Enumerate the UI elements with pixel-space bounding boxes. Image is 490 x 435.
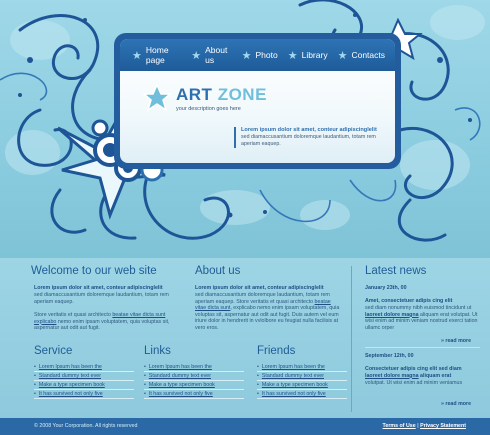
welcome-text-2: Store veritatis et quasi architecto beat…: [34, 312, 182, 332]
read-more-label: read more: [445, 401, 472, 407]
news-title: Latest news: [365, 265, 427, 277]
footer-separator: |: [417, 423, 419, 429]
welcome-title: Welcome to our web site: [31, 265, 157, 277]
column-divider: [351, 266, 352, 412]
friends-link[interactable]: It has survived not only five: [257, 390, 347, 399]
news-date: January 23th, 00: [365, 285, 407, 291]
nav-item-label: Home page: [145, 45, 169, 65]
friends-link[interactable]: Lorem Ipsum has been the: [257, 363, 347, 372]
header-intro: Lorem ipsum dolor sit amet, conteur adip…: [234, 127, 389, 148]
about-heading: Lorem ipsum dolor sit amet, conteur adip…: [195, 285, 324, 291]
read-more-label: read more: [445, 338, 472, 344]
logo-tagline: your description goes here: [176, 105, 241, 112]
terms-link[interactable]: Terms of Use: [383, 423, 416, 429]
news-text-a: sed diam nonummy nibh euismod tincidunt …: [365, 305, 472, 311]
header-intro-text: sed diamaccusantium doloremque laudantiu…: [241, 134, 376, 147]
service-link[interactable]: Make a type specimen book: [34, 381, 134, 390]
logo-title-art: ART: [176, 84, 213, 104]
privacy-link[interactable]: Privacy Statement: [420, 423, 466, 429]
star-icon: ★: [191, 49, 202, 62]
links-title: Links: [144, 345, 171, 357]
logo-title-zone: ZONE: [217, 84, 267, 104]
main-navigation: ★ Home page ★ About us ★ Photo ★ Library ★ Co…: [120, 39, 395, 71]
nav-item-photo[interactable]: ★ Photo: [242, 49, 278, 62]
nav-item-about[interactable]: ★ About us: [191, 45, 231, 65]
friends-list: Lorem Ipsum has been the Standard dummy …: [257, 363, 347, 399]
copyright-text: © 2008 Your Corporation. All rights rese…: [34, 423, 138, 429]
service-link[interactable]: Standard dummy text ever: [34, 372, 134, 381]
welcome-text-1: sed diamaccusantium doloremque laudantiu…: [34, 292, 169, 305]
links-link[interactable]: Lorem Ipsum has been the: [144, 363, 244, 372]
news-heading-b: aliquam erat: [418, 372, 452, 379]
nav-item-library[interactable]: ★ Library: [288, 49, 328, 62]
nav-item-label: Library: [301, 50, 328, 60]
friends-link[interactable]: Standard dummy text ever: [257, 372, 347, 381]
service-list: Lorem Ipsum has been the Standard dummy …: [34, 363, 134, 399]
news-heading-a: Consectetuer adipis cing elit sed diam: [365, 366, 462, 372]
star-icon: ★: [241, 49, 252, 62]
news-text: sed diam nonummy nibh euismod tincidunt …: [365, 305, 480, 331]
header-panel-inner: ★ Home page ★ About us ★ Photo ★ Library ★ Co…: [120, 39, 395, 163]
nav-item-contacts[interactable]: ★ Contacts: [338, 49, 385, 62]
nav-item-home[interactable]: ★ Home page: [132, 45, 181, 65]
links-link[interactable]: Make a type specimen book: [144, 381, 244, 390]
links-link[interactable]: It has survived not only five: [144, 390, 244, 399]
logo-star-icon: [142, 83, 172, 112]
header-intro-heading: Lorem ipsum dolor sit amet, conteur adip…: [241, 127, 377, 133]
friends-link[interactable]: Make a type specimen book: [257, 381, 347, 390]
news-text: volutpat. Ut wisi enim ad minim veniamus: [365, 380, 463, 386]
news-heading: Consectetuer adipis cing elit sed diam l…: [365, 366, 480, 379]
welcome-heading: Lorem ipsum dolor sit amet, conteur adip…: [34, 285, 163, 291]
read-more-link[interactable]: » read more: [441, 338, 471, 344]
welcome-text-2a: Store veritatis et quasi architecto: [34, 312, 113, 318]
about-text-a: sed diamaccusantium doloremque laudantiu…: [195, 292, 330, 305]
header-panel: ★ Home page ★ About us ★ Photo ★ Library ★ Co…: [114, 33, 401, 169]
nav-item-label: About us: [205, 45, 228, 65]
site-logo[interactable]: ART ZONE your description goes here: [142, 83, 267, 113]
news-separator: [365, 347, 480, 348]
news-date: September 12th, 00: [365, 353, 414, 359]
nav-item-label: Photo: [255, 50, 278, 60]
star-icon: ★: [287, 49, 298, 62]
news-inline-link[interactable]: laoreet dolore magna: [365, 373, 419, 379]
footer-links: Terms of Use | Privacy Statement: [383, 423, 466, 429]
news-inline-link[interactable]: laoreet dolore magna: [365, 312, 419, 318]
star-icon: ★: [337, 49, 348, 62]
nav-item-label: Contacts: [351, 50, 385, 60]
links-link[interactable]: Standard dummy text ever: [144, 372, 244, 381]
news-heading: Amet, consectetuer adipis cing elit: [365, 298, 453, 304]
header-banner: ★ Home page ★ About us ★ Photo ★ Library ★ Co…: [0, 0, 490, 258]
links-list: Lorem Ipsum has been the Standard dummy …: [144, 363, 244, 399]
service-link[interactable]: It has survived not only five: [34, 390, 134, 399]
friends-title: Friends: [257, 345, 296, 357]
star-icon: ★: [132, 49, 142, 62]
footer: © 2008 Your Corporation. All rights rese…: [0, 418, 490, 435]
about-text: sed diamaccusantium doloremque laudantiu…: [195, 292, 340, 332]
about-title: About us: [195, 265, 241, 277]
read-more-link[interactable]: » read more: [441, 401, 471, 407]
logo-title: ART ZONE: [176, 85, 267, 105]
service-link[interactable]: Lorem Ipsum has been the: [34, 363, 134, 372]
service-title: Service: [34, 345, 73, 357]
